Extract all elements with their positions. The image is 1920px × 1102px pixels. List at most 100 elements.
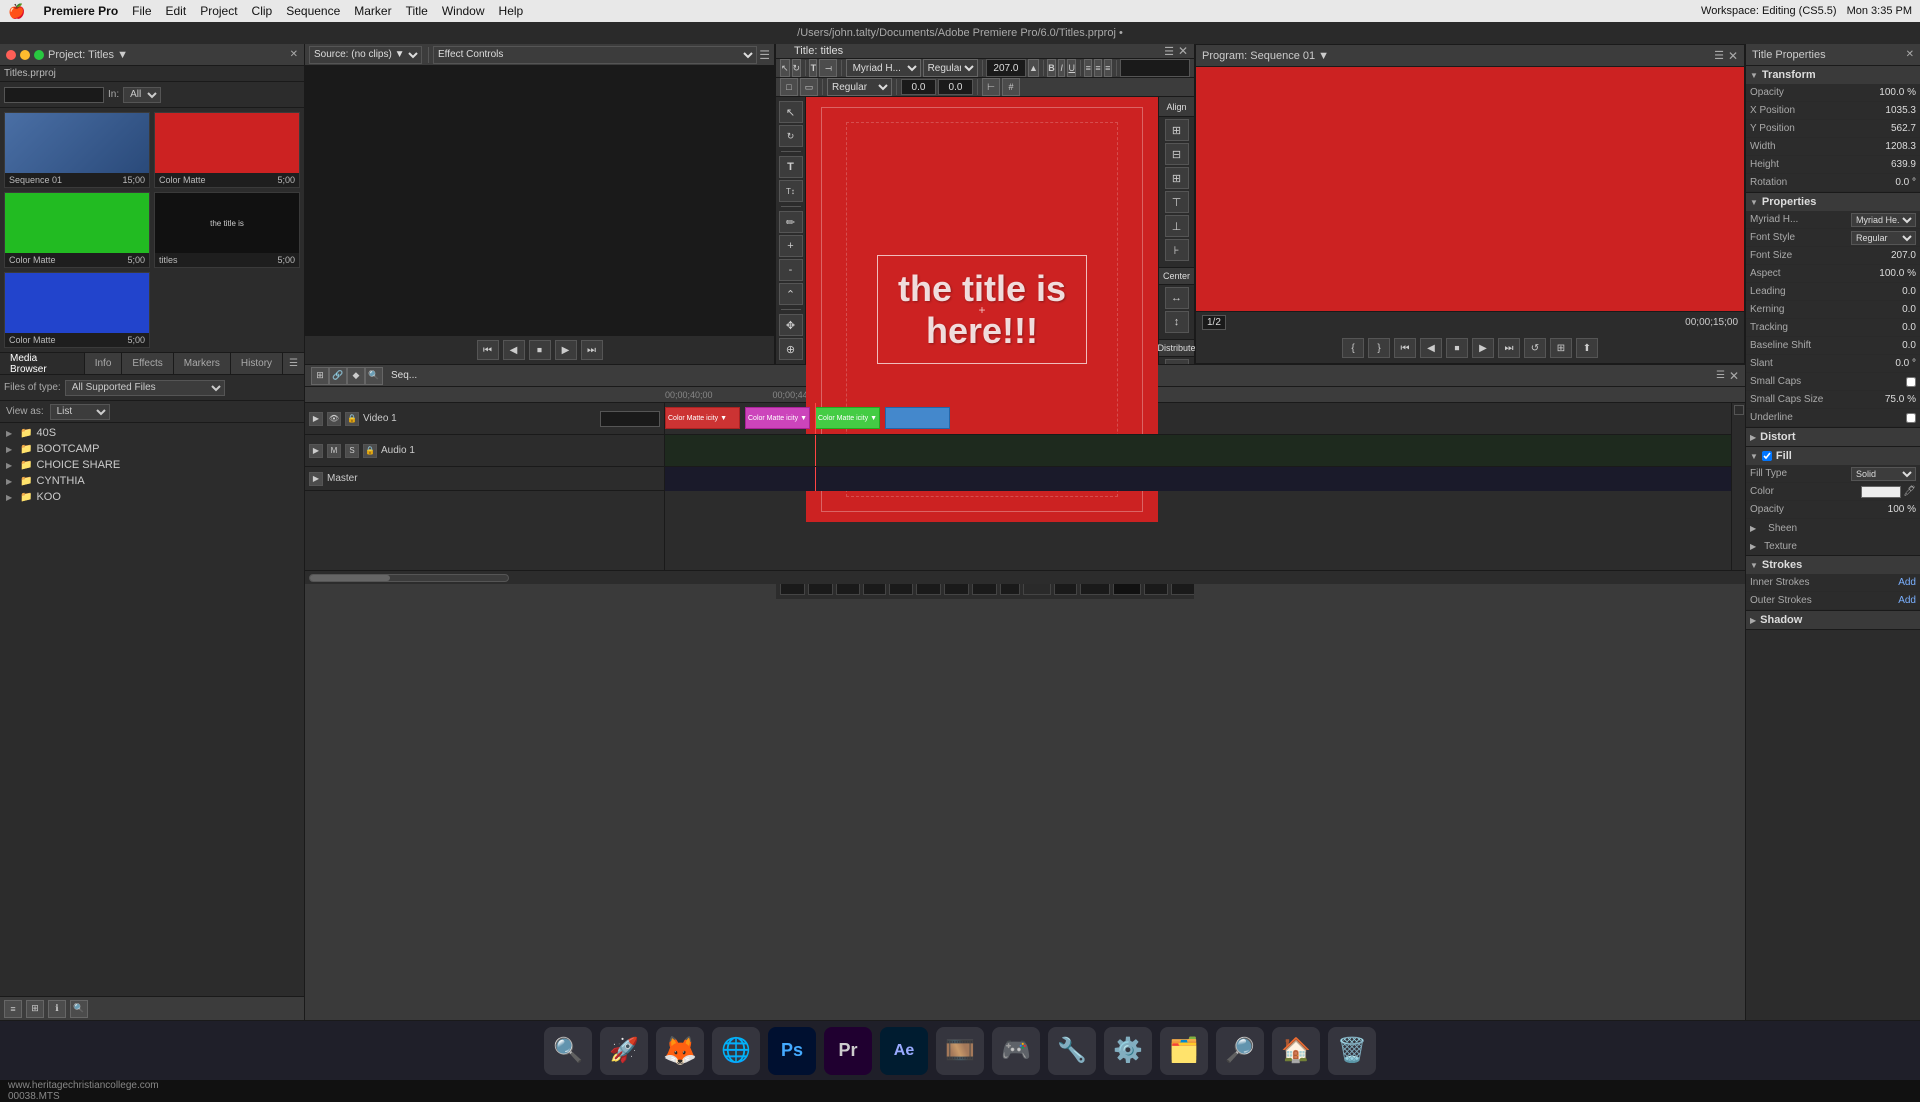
fill-header[interactable]: ▼ Fill	[1746, 447, 1920, 465]
tool-pen[interactable]: ✏	[779, 211, 803, 233]
track-lock-a1[interactable]: 🔒	[363, 444, 377, 458]
view-as-select[interactable]: List	[50, 404, 110, 420]
tab-effects[interactable]: Effects	[122, 353, 173, 374]
folder-40s[interactable]: ▶ 📁 40S	[2, 425, 302, 441]
center-v-btn[interactable]: ↕	[1165, 311, 1189, 333]
project-item-red[interactable]: Color Matte 5;00	[154, 112, 300, 188]
fill-color-swatch[interactable]	[1861, 486, 1901, 498]
fill-color-picker[interactable]: 🖊	[1903, 486, 1916, 497]
project-close-btn[interactable]	[6, 50, 16, 60]
media-meta-btn[interactable]: ℹ	[48, 1000, 66, 1018]
timecode-input[interactable]: 00;00;02;21	[1120, 59, 1190, 77]
tl-search[interactable]: 🔍	[365, 367, 383, 385]
project-panel-x[interactable]: ✕	[290, 49, 298, 60]
tab-info[interactable]: Info	[85, 353, 123, 374]
align-left-btn[interactable]: ⊞	[1165, 119, 1189, 141]
window-menu[interactable]: Window	[442, 4, 485, 18]
program-panel-close[interactable]: ✕	[1728, 49, 1738, 63]
kerning-value[interactable]: 0.0	[1856, 304, 1916, 315]
clip-menu[interactable]: Clip	[252, 4, 273, 18]
dock-settings[interactable]: ⚙️	[1104, 1027, 1152, 1075]
align-top-btn[interactable]: ⊤	[1165, 191, 1189, 213]
tl-scroll-up[interactable]	[1734, 405, 1744, 415]
dock-chrome[interactable]: 🌐	[712, 1027, 760, 1075]
clip-red[interactable]: Color Matte icity ▼	[665, 407, 740, 429]
project-max-btn[interactable]	[34, 50, 44, 60]
prog-mark-out[interactable]: }	[1368, 338, 1390, 358]
slant-value[interactable]: 0.0 °	[1856, 358, 1916, 369]
font-size-value[interactable]: 207.0	[1856, 250, 1916, 261]
kerning-input[interactable]	[938, 79, 973, 95]
dock-launchpad[interactable]: 🚀	[600, 1027, 648, 1075]
prog-safe-margin[interactable]: ⊞	[1550, 338, 1572, 358]
dock-finder[interactable]: 🔍	[544, 1027, 592, 1075]
timeline-scroll-thumb[interactable]	[310, 575, 390, 581]
prog-export[interactable]: ⬆	[1576, 338, 1598, 358]
texture-header[interactable]: ▶ Texture	[1746, 537, 1920, 555]
distort-header[interactable]: ▶ Distort	[1746, 428, 1920, 446]
tab-markers[interactable]: Markers	[174, 353, 231, 374]
track-expand-a1[interactable]: ▶	[309, 444, 323, 458]
tool-pen-del[interactable]: -	[779, 259, 803, 281]
dock-premiere[interactable]: Pr	[824, 1027, 872, 1075]
title-vertical-type-tool[interactable]: T	[819, 59, 837, 77]
timeline-panel-menu[interactable]: ☰	[1716, 370, 1725, 381]
inner-strokes-add[interactable]: Add	[1898, 577, 1916, 588]
align-bottom-btn[interactable]: ⊦	[1165, 239, 1189, 261]
tab-history[interactable]: History	[231, 353, 283, 374]
source-stop[interactable]: ⏹	[529, 340, 551, 360]
dock-home[interactable]: 🏠	[1272, 1027, 1320, 1075]
leading-input[interactable]	[901, 79, 936, 95]
prog-loop[interactable]: ↺	[1524, 338, 1546, 358]
folder-koo[interactable]: ▶ 📁 KOO	[2, 489, 302, 505]
title-panel-menu[interactable]: ☰	[1164, 45, 1174, 58]
source-clip-select[interactable]: Source: (no clips) ▼	[309, 46, 422, 64]
dock-files[interactable]: 🗂️	[1160, 1027, 1208, 1075]
height-value[interactable]: 639.9	[1856, 159, 1916, 170]
fill-enabled-checkbox[interactable]	[1762, 451, 1772, 461]
media-list-btn[interactable]: ≡	[4, 1000, 22, 1018]
files-of-type-select[interactable]: All Supported Files	[65, 380, 225, 396]
shadow-header[interactable]: ▶ Shadow	[1746, 611, 1920, 629]
dock-trash[interactable]: 🗑️	[1328, 1027, 1376, 1075]
source-panel-menu[interactable]: ☰	[759, 48, 770, 62]
title-type-tool[interactable]: T	[809, 59, 817, 77]
prog-mark-in[interactable]: {	[1342, 338, 1364, 358]
align-middle-btn[interactable]: ⊥	[1165, 215, 1189, 237]
tab-media-browser[interactable]: Media Browser	[0, 353, 85, 374]
title-props-close[interactable]: ✕	[1906, 49, 1914, 60]
prog-play[interactable]: ▶	[1472, 338, 1494, 358]
track-mute-a1[interactable]: M	[327, 444, 341, 458]
tool-arrow[interactable]: ↖	[779, 101, 803, 123]
tool-rotate[interactable]: ↻	[779, 125, 803, 147]
marker-menu[interactable]: Marker	[354, 4, 391, 18]
source-step-fwd[interactable]: ⏭	[581, 340, 603, 360]
track-expand-master[interactable]: ▶	[309, 472, 323, 486]
track-expand-v1[interactable]: ▶	[309, 412, 323, 426]
title-select-tool[interactable]: ↖	[780, 59, 790, 77]
project-item-blue[interactable]: Color Matte 5;00	[4, 272, 150, 348]
tl-linked[interactable]: 🔗	[329, 367, 347, 385]
title-tool-rect[interactable]: □	[780, 78, 798, 96]
track-solo-a1[interactable]: S	[345, 444, 359, 458]
apple-menu[interactable]: 🍎	[8, 3, 25, 20]
title-panel-close[interactable]: ✕	[1178, 44, 1188, 58]
title-tab-stop[interactable]: ⊢	[982, 78, 1000, 96]
project-item-sequence[interactable]: Sequence 01 15;00	[4, 112, 150, 188]
folder-bootcamp[interactable]: ▶ 📁 BOOTCAMP	[2, 441, 302, 457]
prog-step-back[interactable]: ⏮	[1394, 338, 1416, 358]
xpos-value[interactable]: 1035.3	[1856, 105, 1916, 116]
track-lock-v1[interactable]: 🔒	[345, 412, 359, 426]
fill-type-select[interactable]: Solid	[1851, 467, 1916, 481]
tool-pen-add[interactable]: +	[779, 235, 803, 257]
timeline-scrollbar[interactable]	[305, 570, 1745, 584]
properties-header[interactable]: ▼ Properties	[1746, 193, 1920, 211]
align-center[interactable]: ≡	[1094, 59, 1102, 77]
clip-green[interactable]: Color Matte icity ▼	[815, 407, 880, 429]
opacity-value[interactable]: 100.0 %	[1856, 87, 1916, 98]
app-menu[interactable]: Premiere Pro	[43, 4, 118, 18]
in-select[interactable]: All	[123, 87, 161, 103]
tracking-value[interactable]: 0.0	[1856, 322, 1916, 333]
font-style-select[interactable]: Regular	[923, 59, 978, 77]
media-panel-menu[interactable]: ☰	[283, 353, 304, 374]
